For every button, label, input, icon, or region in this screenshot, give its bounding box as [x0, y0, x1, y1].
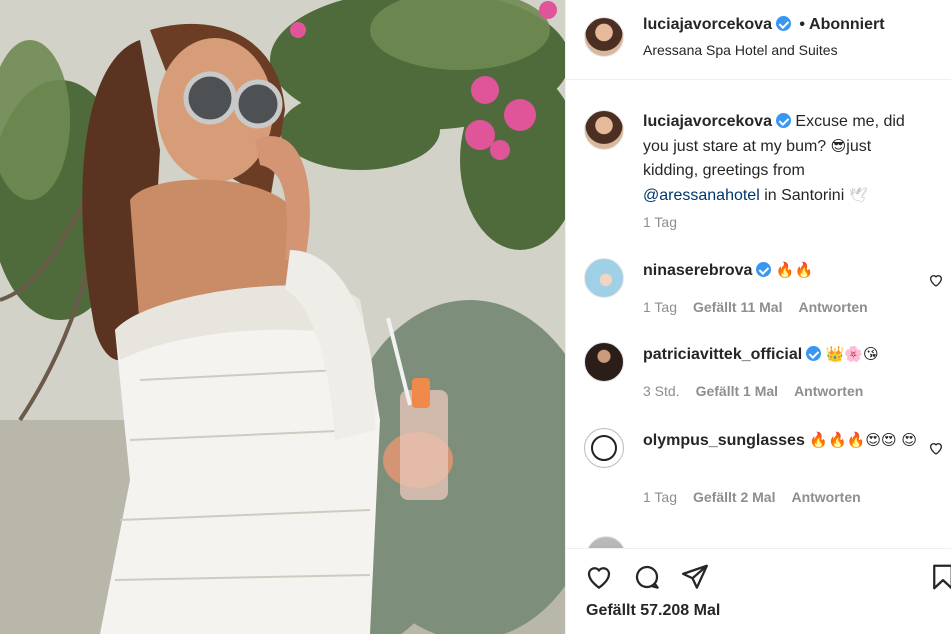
action-bar: [566, 548, 951, 634]
comment-body: 🔥🔥🔥😍😍 😍: [809, 431, 918, 449]
comment-text: ninaserebrova 🔥🔥: [643, 258, 923, 283]
separator-dot: •: [799, 16, 806, 33]
post-sidebar: luciajavorcekova • Abonniert Aressana Spa…: [565, 0, 951, 634]
caption-text: luciajavorcekova Excuse me, did you just…: [643, 110, 923, 208]
comment-item: olympus_sunglasses 🔥🔥🔥😍😍 😍 1 Tag Gefällt …: [566, 428, 951, 518]
olympus-logo-icon: [591, 435, 617, 461]
caption-avatar[interactable]: [584, 110, 624, 150]
caption-meta: 1 Tag: [643, 214, 693, 230]
bookmark-icon[interactable]: [928, 562, 951, 592]
comment-like-heart-icon[interactable]: [928, 272, 944, 288]
comment-avatar[interactable]: [584, 258, 624, 298]
author-username[interactable]: luciajavorcekova: [643, 16, 772, 33]
header-user-line: luciajavorcekova • Abonniert: [643, 16, 885, 34]
location-link[interactable]: Aressana Spa Hotel and Suites: [643, 42, 838, 58]
verified-badge-icon: [806, 346, 822, 361]
verified-badge-icon: [756, 262, 772, 277]
comment-text: patriciavittek_official 👑🌸😘: [643, 342, 923, 367]
caption-username[interactable]: luciajavorcekova: [643, 113, 772, 130]
comment-avatar[interactable]: [584, 428, 624, 468]
comment-item: patriciavittek_official 👑🌸😘 3 Std. Gefäll…: [566, 342, 951, 412]
comment-meta: 1 Tag Gefällt 11 Mal Antworten: [643, 299, 884, 315]
comment-avatar[interactable]: [584, 342, 624, 382]
comment-likes[interactable]: Gefällt 2 Mal: [693, 489, 775, 505]
verified-badge-icon: [775, 16, 791, 31]
comment-body: 👑🌸😘: [825, 345, 879, 363]
caption-emoji-sunglasses: 😎: [830, 137, 847, 155]
comment-username[interactable]: ninaserebrova: [643, 262, 752, 279]
author-avatar[interactable]: [584, 17, 624, 57]
comment-body: 🔥🔥: [775, 261, 814, 279]
caption-block: luciajavorcekova Excuse me, did you just…: [566, 110, 951, 230]
comment-likes[interactable]: Gefällt 1 Mal: [696, 383, 778, 399]
comment-reply-button[interactable]: Antworten: [798, 299, 867, 315]
comment-item: ninaserebrova 🔥🔥 1 Tag Gefällt 11 Mal Antw…: [566, 258, 951, 328]
post-photo[interactable]: [0, 0, 565, 634]
comment-reply-button[interactable]: Antworten: [791, 489, 860, 505]
comment-icon[interactable]: [632, 562, 662, 592]
comment-item-partial: [586, 536, 946, 548]
like-count[interactable]: Gefällt 57.208 Mal: [586, 602, 720, 620]
comment-reply-button[interactable]: Antworten: [794, 383, 863, 399]
share-icon[interactable]: [680, 562, 710, 592]
comment-time[interactable]: 3 Std.: [643, 383, 680, 399]
comment-text: olympus_sunglasses 🔥🔥🔥😍😍 😍: [643, 428, 923, 453]
follow-status-button[interactable]: Abonniert: [809, 16, 885, 33]
comment-meta: 1 Tag Gefällt 2 Mal Antworten: [643, 489, 877, 505]
comment-time[interactable]: 1 Tag: [643, 489, 677, 505]
heart-icon[interactable]: [584, 562, 614, 592]
verified-badge-icon: [775, 113, 791, 128]
comment-avatar: [586, 536, 626, 548]
caption-emoji-dove: 🕊: [848, 186, 868, 204]
comment-likes[interactable]: Gefällt 11 Mal: [693, 299, 782, 315]
caption-body-3: in Santorini: [759, 187, 849, 204]
comment-username[interactable]: patriciavittek_official: [643, 346, 802, 363]
caption-time[interactable]: 1 Tag: [643, 214, 677, 230]
comment-username[interactable]: olympus_sunglasses: [643, 432, 805, 449]
comment-time[interactable]: 1 Tag: [643, 299, 677, 315]
comment-meta: 3 Std. Gefällt 1 Mal Antworten: [643, 383, 879, 399]
caption-mention-link[interactable]: @aressanahotel: [643, 187, 760, 204]
post-image: [0, 0, 565, 634]
post-header: luciajavorcekova • Abonniert Aressana Spa…: [566, 0, 951, 80]
comment-like-heart-icon[interactable]: [928, 440, 944, 456]
